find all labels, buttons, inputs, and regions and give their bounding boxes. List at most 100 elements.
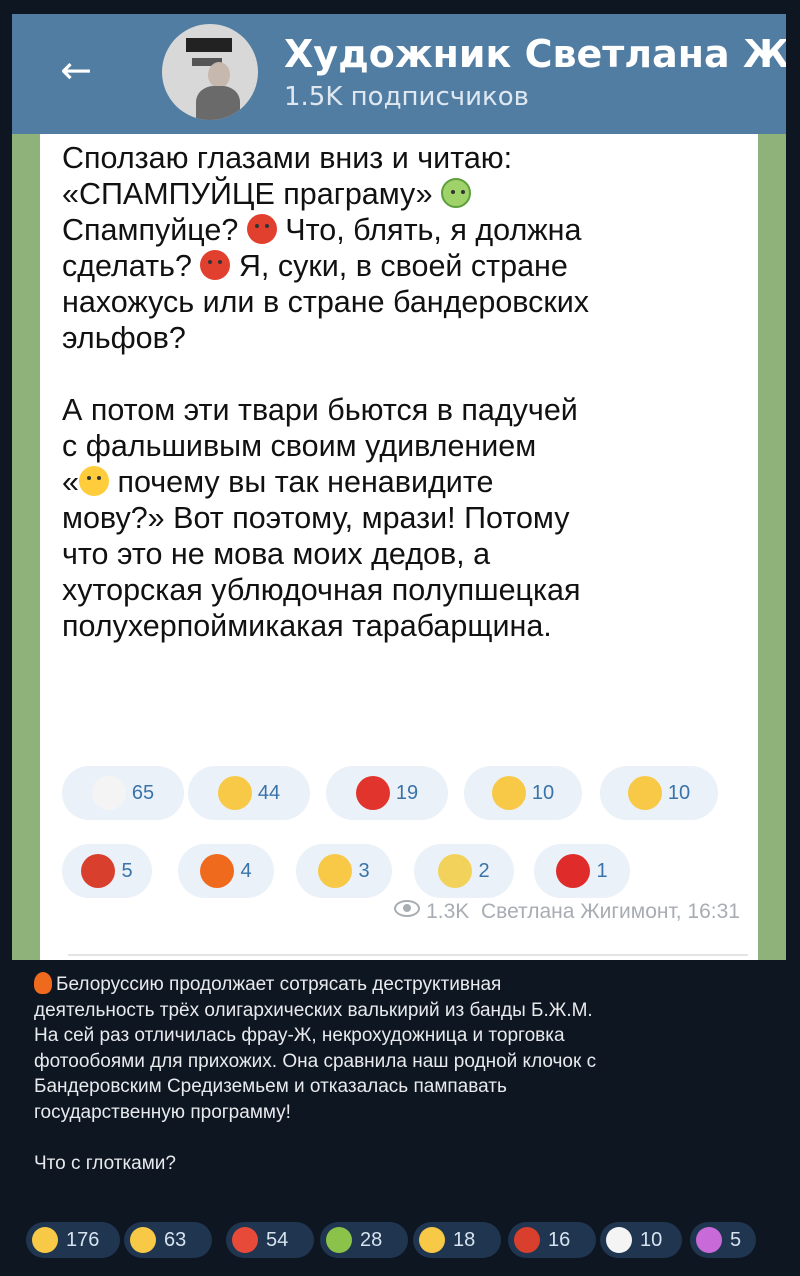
text-line: сделать? Я, суки, в своей стране [62,248,752,284]
hundred-points-icon [355,776,390,810]
text-line: полухерпоймикакая тарабарщина. [62,609,552,643]
reaction-count: 65 [131,781,155,804]
clapping-hands-icon [217,776,252,810]
channel-avatar[interactable] [162,24,258,120]
post-question: Что с глотками? [34,1152,176,1174]
clown-face-icon [91,776,126,810]
reaction-count: 5 [730,1228,742,1251]
avatar-face [208,62,230,88]
reaction-chip[interactable]: 1 [534,844,630,898]
text-line: Сползаю глазами вниз и читаю: [62,141,513,175]
reaction-count: 10 [531,781,555,804]
pill-icon [232,1227,258,1253]
post-text: Белоруссию продолжает сотрясать деструкт… [34,972,774,1176]
reaction-chip[interactable]: 65 [62,766,184,820]
reaction-count: 28 [360,1228,383,1251]
text-line: эльфов? [62,321,186,355]
text-line: « почему вы так ненавидите [62,464,752,500]
post-reaction-chip[interactable]: 28 [320,1222,408,1258]
crazy-face-icon [78,466,109,496]
thumbs-down-icon [627,776,662,810]
avatar-decor [186,38,232,52]
text-line: с фальшивым своим удивлением [62,429,537,463]
red-heart-icon [556,854,591,888]
text-line: мову?» Вот поэтому, мрази! Потому [62,501,570,535]
eye-icon [394,900,421,917]
reaction-count: 4 [240,859,252,882]
reaction-count: 18 [453,1228,476,1251]
reaction-chip[interactable]: 10 [600,766,718,820]
text-line: государственную программу! [34,1101,291,1123]
reaction-chip[interactable]: 19 [326,766,448,820]
text-line: «СПАМПУЙЦЕ праграму» [62,176,752,212]
reaction-count: 54 [266,1228,289,1251]
text-line: На сей раз отличилась фрау-Ж, некрохудож… [34,1025,565,1046]
text-line: что это не мова моих дедов, а [62,537,491,571]
text-fragment: Спампуйце? [62,213,239,247]
cursing-face-icon [514,1227,540,1253]
post-reaction-chip[interactable]: 16 [508,1222,596,1258]
thumbs-up-icon [491,776,526,810]
clown-face-icon [606,1227,632,1253]
reaction-count: 2 [478,859,490,882]
reaction-count: 1 [596,859,608,882]
exploding-head-icon [419,1227,445,1253]
text-line: фотообоями для прихожих. Она сравнила на… [34,1050,597,1072]
text-fragment: Что, блять, я должна [285,213,582,247]
message-bubble: Сползаю глазами вниз и читаю: «СПАМПУЙЦЕ… [40,134,758,960]
message-text: Сползаю глазами вниз и читаю: «СПАМПУЙЦЕ… [62,140,752,644]
channel-name[interactable]: Художник Светлана Жиги [284,32,786,76]
text-line: Бандеровским Средиземьем и отказалась па… [34,1076,507,1097]
grinning-face-icon [318,854,353,888]
reaction-count: 176 [66,1228,100,1251]
text-line: деятельность трёх олигархических валькир… [34,999,593,1021]
reaction-chip[interactable]: 44 [188,766,310,820]
text-fragment: сделать? [62,249,192,283]
reaction-count: 5 [121,859,133,882]
reaction-chip[interactable]: 10 [464,766,582,820]
post-reaction-chip[interactable]: 5 [690,1222,756,1258]
subscriber-count: 1.5K подписчиков [284,82,529,112]
nail-polish-icon [696,1227,722,1253]
reaction-chip[interactable]: 3 [296,844,392,898]
vomiting-face-icon [326,1227,352,1253]
text-fragment: «СПАМПУЙЦЕ праграму» [62,177,433,211]
reaction-count: 10 [640,1228,663,1251]
post-reaction-chip[interactable]: 176 [26,1222,120,1258]
text-line: Белоруссию продолжает сотрясать деструкт… [34,972,774,998]
reaction-chip[interactable]: 5 [62,844,152,898]
channel-header: ← Художник Светлана Жиги 1.5K подписчико… [12,14,786,134]
cursing-face-icon [246,214,277,244]
post-reaction-chip[interactable]: 18 [413,1222,501,1258]
reaction-chip[interactable]: 4 [178,844,274,898]
reaction-count: 19 [395,781,419,804]
rofl-face-icon [130,1227,156,1253]
message-meta: 1.3K Светлана Жигимонт, 16:31 [394,900,740,924]
avatar-body [196,86,240,120]
divider [68,954,748,956]
text-line: нахожусь или в стране бандеровских [62,285,590,319]
author-time: Светлана Жигимонт, 16:31 [480,900,740,923]
cursing-face-icon [200,250,231,280]
text-line: Спампуйце? Что, блять, я должна [62,212,752,248]
text-fragment: Белоруссию продолжает сотрясать деструкт… [56,974,502,995]
back-arrow-icon[interactable]: ← [56,50,96,90]
reaction-chip[interactable]: 2 [414,844,514,898]
screaming-face-icon [32,1227,58,1253]
post-reaction-chip[interactable]: 10 [600,1222,682,1258]
banana-icon [438,854,473,888]
reaction-count: 16 [548,1228,571,1251]
fire-icon [200,854,235,888]
text-line: А потом эти твари бьются в падучей [62,393,578,427]
post-reaction-chip[interactable]: 54 [226,1222,314,1258]
post-reaction-chip[interactable]: 63 [124,1222,212,1258]
text-line: хуторская ублюдочная полупшецкая [62,573,581,607]
forwarded-screenshot: ← Художник Светлана Жиги 1.5K подписчико… [12,14,786,960]
fire-icon [34,972,52,994]
cursing-face-icon [81,854,116,888]
reaction-count: 44 [257,781,281,804]
nauseated-face-icon [441,178,472,208]
reaction-count: 10 [667,781,691,804]
reaction-count: 63 [164,1228,187,1251]
